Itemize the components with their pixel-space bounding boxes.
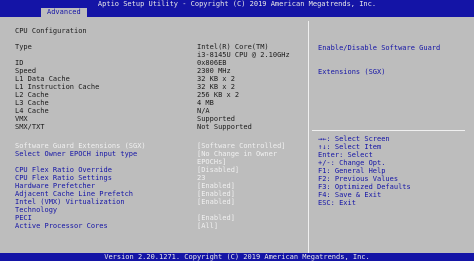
info-value: Not Supported: [197, 123, 252, 131]
menu-label: Hardware Prefetcher: [15, 182, 96, 190]
info-value: 4 MB: [197, 99, 214, 107]
info-value: 0x806EB: [197, 59, 227, 67]
tab-advanced[interactable]: Advanced: [41, 8, 87, 17]
menu-value[interactable]: [Enabled]: [197, 190, 235, 198]
info-label: L4 Cache: [15, 107, 49, 115]
info-value: 32 KB x 2: [197, 83, 235, 91]
key-general-help: F1: General Help: [318, 167, 386, 175]
info-row-vmx: VMX Supported: [15, 115, 235, 123]
menu-label: Adjacent Cache Line Prefetch: [15, 190, 134, 198]
info-value: Supported: [197, 115, 235, 123]
menu-label: Active Processor Cores: [15, 222, 108, 230]
info-row-type-cont: i3-8145U CPU @ 2.10GHz: [15, 51, 290, 59]
menu-label: Technology: [15, 206, 58, 214]
info-label: ID: [15, 59, 24, 67]
info-label: L3 Cache: [15, 99, 49, 107]
info-row-speed: Speed 2300 MHz: [15, 67, 231, 75]
key-optimized-defaults: F3: Optimized Defaults: [318, 183, 411, 191]
menu-value[interactable]: [Software Controlled]: [197, 142, 286, 150]
menu-label: Select Owner EPOCH input type: [15, 150, 138, 158]
menu-item-hw-prefetcher[interactable]: Hardware Prefetcher [Enabled]: [15, 182, 235, 190]
key-enter-select: Enter: Select: [318, 151, 373, 159]
info-label: Speed: [15, 67, 37, 75]
help-line: Enable/Disable Software Guard: [318, 44, 441, 52]
menu-label: Software Guard Extensions (SGX): [15, 142, 146, 150]
menu-item-active-cores[interactable]: Active Processor Cores [All]: [15, 222, 218, 230]
info-label: Type: [15, 43, 32, 51]
key-select-item: ↑↓: Select Item: [318, 143, 382, 151]
info-value: 256 KB x 2: [197, 91, 240, 99]
menu-label: CPU Flex Ratio Override: [15, 166, 112, 174]
menu-value[interactable]: 23: [197, 174, 205, 182]
help-description: Enable/Disable Software Guard Extensions…: [318, 28, 468, 92]
info-label: VMX: [15, 115, 28, 123]
menu-item-adjacent-prefetch[interactable]: Adjacent Cache Line Prefetch [Enabled]: [15, 190, 235, 198]
info-value: i3-8145U CPU @ 2.10GHz: [197, 51, 290, 59]
section-title: CPU Configuration: [15, 27, 87, 35]
menu-item-owner-epoch-cont: EPOCHs]: [15, 158, 227, 166]
menu-value[interactable]: [No Change in Owner: [197, 150, 277, 158]
info-value: 32 KB x 2: [197, 75, 235, 83]
info-row-id: ID 0x806EB: [15, 59, 227, 67]
menu-item-vmx-virtualization[interactable]: Intel (VMX) Virtualization [Enabled]: [15, 198, 235, 206]
info-row-l1-data: L1 Data Cache 32 KB x 2: [15, 75, 235, 83]
footer-bar: Version 2.20.1271. Copyright (C) 2019 Am…: [0, 253, 474, 261]
key-save-exit: F4: Save & Exit: [318, 191, 382, 199]
menu-item-flex-ratio-settings[interactable]: CPU Flex Ratio Settings 23: [15, 174, 205, 182]
help-line: Extensions (SGX): [318, 68, 386, 76]
menu-item-sgx[interactable]: Software Guard Extensions (SGX) [Softwar…: [15, 142, 286, 150]
info-row-l1-instruction: L1 Instruction Cache 32 KB x 2: [15, 83, 235, 91]
info-row-type: Type Intel(R) Core(TM): [15, 43, 269, 51]
menu-value[interactable]: [Enabled]: [197, 198, 235, 206]
menu-item-peci[interactable]: PECI [Enabled]: [15, 214, 235, 222]
info-row-l4: L4 Cache N/A: [15, 107, 210, 115]
menu-label: CPU Flex Ratio Settings: [15, 174, 112, 182]
info-row-l2: L2 Cache 256 KB x 2: [15, 91, 239, 99]
info-label: L1 Instruction Cache: [15, 83, 100, 91]
bios-screen: Aptio Setup Utility - Copyright (C) 2019…: [0, 0, 474, 261]
info-label: L2 Cache: [15, 91, 49, 99]
info-value: 2300 MHz: [197, 67, 231, 75]
menu-value[interactable]: [Enabled]: [197, 182, 235, 190]
key-esc-exit: ESC: Exit: [318, 199, 356, 207]
info-label: L1 Data Cache: [15, 75, 70, 83]
key-change-opt: +/-: Change Opt.: [318, 159, 386, 167]
help-pane: Enable/Disable Software Guard Extensions…: [308, 21, 468, 253]
menu-item-flex-ratio-override[interactable]: CPU Flex Ratio Override [Disabled]: [15, 166, 239, 174]
info-label: SMX/TXT: [15, 123, 45, 131]
title-bar: Aptio Setup Utility - Copyright (C) 2019…: [0, 0, 474, 8]
info-value: N/A: [197, 107, 210, 115]
menu-item-vmx-virtualization-cont: Technology: [15, 206, 57, 214]
menu-value[interactable]: [Enabled]: [197, 214, 235, 222]
menu-item-owner-epoch[interactable]: Select Owner EPOCH input type [No Change…: [15, 150, 277, 158]
menu-value[interactable]: [All]: [197, 222, 218, 230]
key-legend: →←: Select Screen ↑↓: Select Item Enter:…: [318, 135, 411, 207]
menu-label: PECI: [15, 214, 32, 222]
menu-value: EPOCHs]: [197, 158, 227, 166]
info-row-l3: L3 Cache 4 MB: [15, 99, 214, 107]
menu-value[interactable]: [Disabled]: [197, 166, 239, 174]
settings-pane: CPU Configuration Type Intel(R) Core(TM)…: [7, 21, 307, 253]
help-divider: [312, 130, 465, 131]
menu-label: Intel (VMX) Virtualization: [15, 198, 125, 206]
tab-bar: Advanced: [0, 8, 474, 17]
key-previous-values: F2: Previous Values: [318, 175, 399, 183]
key-select-screen: →←: Select Screen: [318, 135, 390, 143]
info-row-smx-txt: SMX/TXT Not Supported: [15, 123, 252, 131]
info-value: Intel(R) Core(TM): [197, 43, 269, 51]
